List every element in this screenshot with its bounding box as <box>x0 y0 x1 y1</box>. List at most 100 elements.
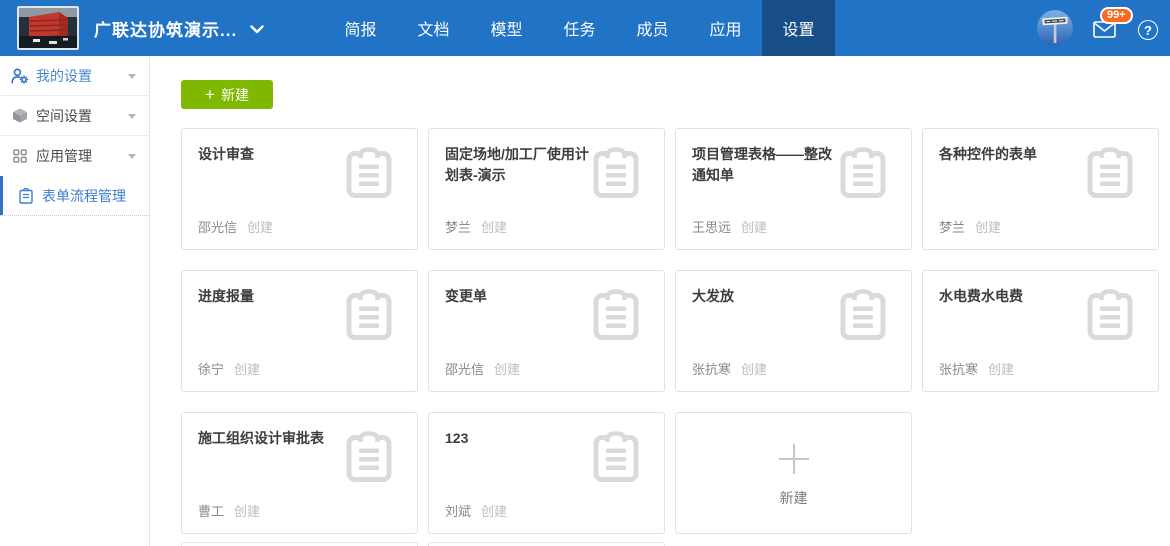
form-card-footer: 邵光信创建 <box>198 217 273 236</box>
form-card-title: 123 <box>445 428 597 449</box>
nav-tab-documents[interactable]: 文档 <box>397 0 470 56</box>
form-card-footer: 曹工创建 <box>198 501 260 520</box>
form-card-creator: 张抗寒 <box>939 362 978 377</box>
form-card-footer: 梦兰创建 <box>939 217 1001 236</box>
nav-tab-tasks[interactable]: 任务 <box>543 0 616 56</box>
clipboard-icon <box>1087 145 1133 204</box>
form-card-action: 创建 <box>741 220 767 235</box>
form-card-title: 各种控件的表单 <box>939 144 1091 165</box>
form-card[interactable]: 进度报量 徐宁创建 <box>181 270 418 392</box>
plus-icon <box>774 439 814 479</box>
nav-tab-briefing[interactable]: 简报 <box>324 0 397 56</box>
form-card-title: 变更单 <box>445 286 597 307</box>
clipboard-icon <box>840 145 886 204</box>
form-card[interactable]: 固定场地/加工厂使用计划表-演示 梦兰创建 <box>428 128 665 250</box>
clipboard-icon <box>16 188 36 204</box>
grid-icon <box>10 149 30 163</box>
collapse-arrow-icon[interactable] <box>128 154 136 159</box>
plus-icon: + <box>205 86 215 103</box>
nav-tab-settings[interactable]: 设置 <box>762 0 835 56</box>
form-card-creator: 曹工 <box>198 504 224 519</box>
main-nav: 简报 文档 模型 任务 成员 应用 设置 <box>324 0 835 56</box>
clipboard-icon <box>346 429 392 488</box>
page-body: 我的设置 空间设置 <box>0 56 1170 546</box>
form-card-action: 创建 <box>481 504 507 519</box>
form-card[interactable]: 大发放 张抗寒创建 <box>675 270 912 392</box>
form-card-title: 进度报量 <box>198 286 350 307</box>
clipboard-icon <box>1087 287 1133 346</box>
help-icon[interactable]: ? <box>1138 20 1158 40</box>
form-card-action: 创建 <box>975 220 1001 235</box>
sidebar-item-label: 我的设置 <box>36 66 92 86</box>
form-card[interactable]: 水电费水电费 张抗寒创建 <box>922 270 1159 392</box>
form-card[interactable]: 各种控件的表单 梦兰创建 <box>922 128 1159 250</box>
nav-tab-models[interactable]: 模型 <box>470 0 543 56</box>
form-card-title: 施工组织设计审批表 <box>198 428 350 449</box>
avatar-image <box>1037 10 1073 46</box>
form-card[interactable]: 项目管理表格——整改通知单 王思远创建 <box>675 128 912 250</box>
form-card-action: 创建 <box>988 362 1014 377</box>
notifications-button[interactable]: 99+ <box>1093 21 1116 43</box>
form-card-title: 项目管理表格——整改通知单 <box>692 144 844 186</box>
partial-card-top <box>181 542 418 546</box>
form-card-action: 创建 <box>234 362 260 377</box>
form-card-action: 创建 <box>494 362 520 377</box>
notification-count-badge: 99+ <box>1100 7 1133 24</box>
form-card-footer: 徐宁创建 <box>198 359 260 378</box>
top-navigation-bar: 广联达协筑演示... 简报 文档 模型 任务 成员 应用 设置 <box>0 0 1170 56</box>
form-management-panel: + 新建 设计审查 邵光信创建 固定场地/加工厂使用计划表-演示 <box>150 56 1170 546</box>
form-card-creator: 刘斌 <box>445 504 471 519</box>
form-card[interactable]: 123 刘斌创建 <box>428 412 665 534</box>
clipboard-icon <box>346 287 392 346</box>
form-card-action: 创建 <box>247 220 273 235</box>
new-form-button[interactable]: + 新建 <box>181 80 273 109</box>
new-form-card-label: 新建 <box>780 488 808 508</box>
form-card-creator: 王思远 <box>692 220 731 235</box>
form-card-footer: 张抗寒创建 <box>939 359 1014 378</box>
form-card-footer: 梦兰创建 <box>445 217 507 236</box>
cube-icon <box>10 108 30 123</box>
new-form-button-label: 新建 <box>221 85 249 105</box>
app-window: 广联达协筑演示... 简报 文档 模型 任务 成员 应用 设置 <box>0 0 1170 546</box>
collapse-arrow-icon[interactable] <box>128 114 136 119</box>
sidebar-item-form-workflow-management[interactable]: 表单流程管理 <box>0 176 149 216</box>
sidebar-item-my-settings[interactable]: 我的设置 <box>0 56 149 96</box>
form-card[interactable]: 施工组织设计审批表 曹工创建 <box>181 412 418 534</box>
clipboard-icon <box>593 429 639 488</box>
form-card-action: 创建 <box>234 504 260 519</box>
clipboard-icon <box>593 287 639 346</box>
form-card-footer: 刘斌创建 <box>445 501 507 520</box>
user-avatar[interactable] <box>1037 10 1073 46</box>
settings-sidebar: 我的设置 空间设置 <box>0 56 150 546</box>
user-gear-icon <box>10 68 30 84</box>
partial-card-top <box>428 542 665 546</box>
clipboard-icon <box>346 145 392 204</box>
nav-tab-apps[interactable]: 应用 <box>689 0 762 56</box>
form-card-title: 水电费水电费 <box>939 286 1091 307</box>
form-card-action: 创建 <box>741 362 767 377</box>
form-card-footer: 王思远创建 <box>692 217 767 236</box>
workspace-title[interactable]: 广联达协筑演示... <box>94 16 237 41</box>
new-form-card[interactable]: 新建 <box>675 412 912 534</box>
sidebar-item-label: 表单流程管理 <box>42 186 126 206</box>
form-card-action: 创建 <box>481 220 507 235</box>
form-card-creator: 张抗寒 <box>692 362 731 377</box>
form-card-footer: 张抗寒创建 <box>692 359 767 378</box>
form-card-creator: 邵光信 <box>198 220 237 235</box>
clipboard-icon <box>840 287 886 346</box>
next-row-card-edges <box>181 542 1170 546</box>
collapse-arrow-icon[interactable] <box>128 74 136 79</box>
form-card[interactable]: 变更单 邵光信创建 <box>428 270 665 392</box>
sidebar-item-space-settings[interactable]: 空间设置 <box>0 96 149 136</box>
form-card-creator: 梦兰 <box>445 220 471 235</box>
project-logo[interactable] <box>17 6 79 50</box>
form-card-title: 固定场地/加工厂使用计划表-演示 <box>445 144 597 186</box>
form-card[interactable]: 设计审查 邵光信创建 <box>181 128 418 250</box>
form-card-creator: 邵光信 <box>445 362 484 377</box>
clipboard-icon <box>593 145 639 204</box>
sidebar-item-label: 应用管理 <box>36 146 92 166</box>
nav-tab-members[interactable]: 成员 <box>616 0 689 56</box>
form-card-grid: 设计审查 邵光信创建 固定场地/加工厂使用计划表-演示 <box>181 128 1169 534</box>
sidebar-item-app-management[interactable]: 应用管理 <box>0 136 149 176</box>
chevron-down-icon[interactable] <box>250 21 264 39</box>
